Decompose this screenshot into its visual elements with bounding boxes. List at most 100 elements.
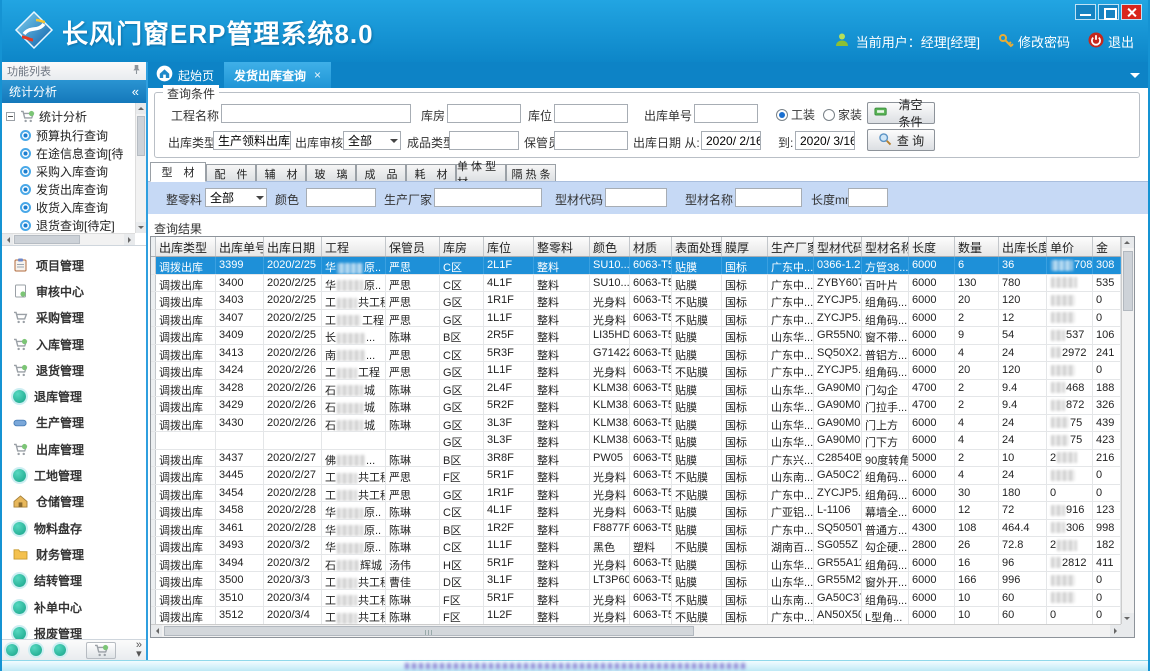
table-row[interactable]: 调拨出库34242020/2/26工工程严思G区1L1F整料光身料6063-T5… (151, 362, 1121, 380)
column-header[interactable]: 库位 (484, 237, 534, 256)
table-row[interactable]: 调拨出库34942020/3/2石辉城汤伟H区5R1F整料光身料6063-T5贴… (151, 555, 1121, 573)
scroll-right-icon[interactable] (124, 234, 135, 245)
logout-button[interactable]: 退出 (1088, 32, 1134, 51)
column-header[interactable]: 型材名称 (862, 237, 909, 256)
column-header[interactable]: 膜厚 (722, 237, 768, 256)
column-header[interactable]: 长度 (909, 237, 955, 256)
footer-overflow-chevron-icon[interactable]: »▾ (136, 641, 142, 659)
column-header[interactable]: 单价 (1047, 237, 1093, 256)
table-row[interactable]: 调拨出库34132020/2/26南...严思C区5R3F整料G71422606… (151, 345, 1121, 363)
length-input[interactable] (848, 188, 888, 207)
table-row[interactable]: 调拨出库34292020/2/26石城陈琳G区5R2F整料KLM38176063… (151, 397, 1121, 415)
column-header[interactable]: 出库长度 (999, 237, 1047, 256)
scroll-thumb[interactable] (14, 235, 80, 244)
table-vscrollbar[interactable] (1121, 237, 1134, 624)
maximize-icon[interactable] (1098, 4, 1119, 20)
tree-vscrollbar[interactable] (135, 103, 146, 233)
tree-item[interactable]: 在途信息查询[待 (2, 144, 135, 162)
table-row[interactable]: 调拨出库34092020/2/25长...陈琳B区2R5F整料LI35HD606… (151, 327, 1121, 345)
scroll-thumb[interactable] (164, 626, 694, 636)
material-tab[interactable]: 耗 材 (406, 164, 456, 182)
table-row[interactable]: 调拨出库34582020/2/28华原..陈琳C区4L1F整料光身料6063-T… (151, 502, 1121, 520)
sidebar-item-dot[interactable]: 报废管理 (2, 620, 146, 639)
change-password-button[interactable]: 修改密码 (998, 32, 1070, 51)
table-row[interactable]: 调拨出库34372020/2/27佛...陈琳B区3R8F整料PW056063-… (151, 450, 1121, 468)
sidebar-item-dot[interactable]: 物料盘存 (2, 515, 146, 541)
sidebar-item-machine[interactable]: 生产管理 (2, 410, 146, 436)
clear-conditions-button[interactable]: 清空条件 (867, 102, 935, 124)
sidebar-item-cart-green[interactable]: 出库管理 (2, 436, 146, 462)
manufacturer-input[interactable] (434, 188, 542, 207)
column-header[interactable]: 颜色 (590, 237, 630, 256)
close-icon[interactable] (1121, 4, 1142, 20)
keeper-input[interactable] (554, 131, 628, 150)
column-header[interactable]: 保管员 (386, 237, 440, 256)
table-row[interactable]: 调拨出库34932020/3/2华原..陈琳C区1L1F整料黑色塑料不贴膜国标湖… (151, 537, 1121, 555)
date-to-picker[interactable]: 2020/ 3/16 (795, 131, 855, 150)
material-tab[interactable]: 隔 热 条 (506, 164, 556, 182)
tree-hscrollbar[interactable] (2, 233, 135, 245)
radio-homewear[interactable]: 家装 (823, 106, 862, 123)
sidebar-item-cart-green[interactable]: 退货管理 (2, 357, 146, 383)
sidebar-item-dot[interactable]: 退库管理 (2, 383, 146, 409)
table-row[interactable]: 调拨出库35102020/3/4工共工程陈琳F区5R1F整料光身料6063-T5… (151, 590, 1121, 608)
footer-cart-button[interactable] (86, 642, 116, 659)
material-tab[interactable]: 辅 材 (256, 164, 306, 182)
sidebar-item-dot[interactable]: 补单中心 (2, 594, 146, 620)
tree-item[interactable]: 退货查询[待定] (2, 216, 135, 233)
material-tab[interactable]: 型 材 (150, 162, 206, 182)
material-tab[interactable]: 成 品 (356, 164, 406, 182)
column-header[interactable]: 工程 (322, 237, 386, 256)
tree-root-statistics[interactable]: 统计分析 (2, 106, 135, 126)
footer-dot-icon[interactable] (54, 644, 66, 656)
minimize-icon[interactable] (1075, 4, 1096, 20)
material-tab[interactable]: 配 件 (206, 164, 256, 182)
profile-code-input[interactable] (605, 188, 667, 207)
sidebar-item-note[interactable]: 审核中心 (2, 278, 146, 304)
table-row[interactable]: G区3L3F整料KLM38176063-T5贴膜国标山东华...GA90M09.… (151, 432, 1121, 450)
project-name-input[interactable] (221, 104, 411, 123)
table-row[interactable]: 调拨出库34452020/2/27工共工程严思F区5R1F整料光身料6063-T… (151, 467, 1121, 485)
table-hscrollbar[interactable] (151, 624, 1121, 637)
pin-icon[interactable] (132, 64, 141, 78)
column-header[interactable]: 出库类型 (156, 237, 216, 256)
column-header[interactable]: 型材代码 (814, 237, 862, 256)
search-button[interactable]: 查 询 (867, 129, 935, 151)
material-tab[interactable]: 单 体 型 材 (456, 164, 506, 182)
table-row[interactable]: 调拨出库34282020/2/26石城陈琳G区2L4F整料KLM38176063… (151, 380, 1121, 398)
column-header[interactable]: 出库单号 (216, 237, 264, 256)
location-input[interactable] (554, 104, 628, 123)
scroll-right-icon[interactable] (1110, 625, 1121, 637)
sidebar-item-house[interactable]: 仓储管理 (2, 489, 146, 515)
table-row[interactable]: 调拨出库34002020/2/25华原..严思C区4L1F整料SU10...60… (151, 275, 1121, 293)
scroll-thumb[interactable] (1123, 251, 1133, 311)
scroll-up-icon[interactable] (136, 103, 146, 114)
sidebar-item-cart-green[interactable]: 入库管理 (2, 331, 146, 357)
scroll-thumb[interactable] (137, 116, 145, 156)
column-header[interactable]: 生产厂家 (768, 237, 814, 256)
sidebar-item-dot[interactable]: 工地管理 (2, 462, 146, 488)
column-header[interactable]: 出库日期 (264, 237, 322, 256)
table-row[interactable]: 调拨出库33992020/2/25华原..严思C区2L1F整料SU10...60… (151, 257, 1121, 275)
table-row[interactable]: 调拨出库34072020/2/25工工程严思G区1L1F整料光身料6063-T5… (151, 310, 1121, 328)
sidebar-group-statistics[interactable]: 统计分析 « (2, 80, 146, 103)
table-row[interactable]: 调拨出库35002020/3/3工共工程曹佳D区3L1F整料LT3P606063… (151, 572, 1121, 590)
scroll-down-icon[interactable] (136, 222, 146, 233)
table-row[interactable]: 调拨出库34302020/2/26石城陈琳G区3L3F整料KLM38176063… (151, 415, 1121, 433)
scroll-left-icon[interactable] (2, 234, 13, 245)
out-type-select[interactable]: 生产领料出库 (213, 131, 291, 150)
column-header[interactable]: 数量 (955, 237, 999, 256)
sidebar-item-clipboard[interactable]: 项目管理 (2, 252, 146, 278)
sidebar-item-folder[interactable]: 财务管理 (2, 541, 146, 567)
tree-item[interactable]: 收货入库查询 (2, 198, 135, 216)
table-row[interactable]: 调拨出库34032020/2/25工共工程严思G区1R1F整料光身料6063-T… (151, 292, 1121, 310)
column-header[interactable]: 整零料 (534, 237, 590, 256)
table-row[interactable]: 调拨出库34542020/2/28工共工程严思G区1R1F整料光身料6063-T… (151, 485, 1121, 503)
warehouse-input[interactable] (447, 104, 521, 123)
tab-close-icon[interactable]: × (314, 68, 321, 82)
footer-dot-icon[interactable] (30, 644, 42, 656)
audit-select[interactable]: 全部 (343, 131, 401, 150)
table-row[interactable]: 调拨出库35122020/3/4工共工程陈琳F区1L2F整料光身料6063-T5… (151, 607, 1121, 624)
scroll-up-icon[interactable] (1122, 237, 1134, 248)
tree-item[interactable]: 预算执行查询 (2, 126, 135, 144)
